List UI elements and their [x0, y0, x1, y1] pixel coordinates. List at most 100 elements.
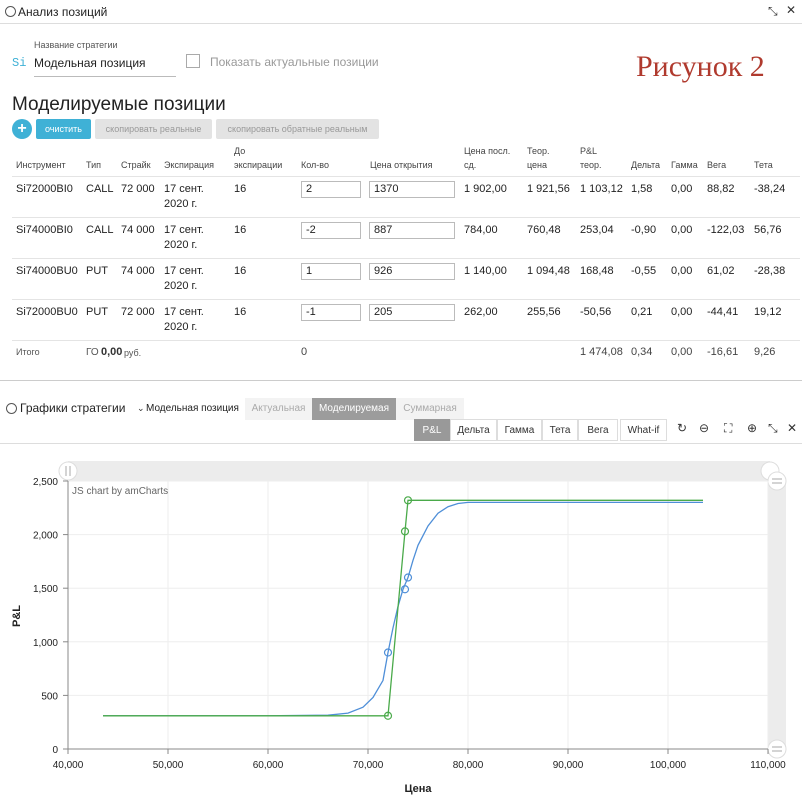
refresh-icon[interactable]: ↻: [677, 421, 687, 435]
close-icon[interactable]: ✕: [787, 421, 797, 435]
cell-theta: 56,76: [754, 224, 782, 236]
cell-exp-2: 2020 г.: [164, 321, 198, 333]
open-price-input[interactable]: 1370: [369, 181, 455, 198]
collapse-icon[interactable]: ⤡: [768, 4, 778, 19]
header-theta: Тета: [754, 160, 773, 170]
header-to-exp-2: экспирации: [234, 160, 283, 170]
y-tick-label: 500: [41, 691, 58, 702]
go-unit: руб.: [124, 348, 142, 358]
y-axis-label: P&L: [11, 605, 23, 627]
cell-gamma: 0,00: [671, 306, 693, 318]
clear-button[interactable]: очистить: [36, 119, 91, 139]
copy-reverse-button[interactable]: скопировать обратные реальным: [216, 119, 379, 139]
cell-days: 16: [234, 306, 247, 318]
divider: [12, 258, 800, 259]
radio-circle-icon[interactable]: [5, 6, 16, 17]
gamma-chart-button[interactable]: Гамма: [497, 419, 542, 441]
header-pnl-2: теор.: [580, 160, 602, 170]
series-line-1: [103, 499, 703, 717]
zoom-in-icon[interactable]: ⊕: [747, 421, 757, 435]
cell-pnl: 253,04: [580, 224, 614, 236]
cell-theta: -38,24: [754, 183, 786, 195]
tab-actual[interactable]: Актуальная: [245, 398, 312, 420]
collapse-icon[interactable]: ⤡: [768, 421, 778, 436]
qty-input[interactable]: 2: [301, 181, 361, 198]
scroll-grip-left[interactable]: [58, 461, 78, 481]
strategy-select[interactable]: Модельная позиция: [146, 403, 239, 414]
cell-vega: 88,82: [707, 183, 735, 195]
pnl-chart-button[interactable]: P&L: [414, 419, 450, 441]
charts-title: Графики стратегии: [20, 401, 126, 415]
cell-days: 16: [234, 224, 247, 236]
add-position-button[interactable]: +: [12, 119, 32, 139]
cell-exp-1: 17 сент.: [164, 265, 204, 277]
qty-input[interactable]: -2: [301, 222, 361, 239]
copy-real-button[interactable]: скопировать реальные: [95, 119, 212, 139]
cell-gamma: 0,00: [671, 265, 693, 277]
header-to-exp-1: До: [234, 146, 246, 156]
cell-vega: -122,03: [707, 224, 745, 236]
x-tick-label: 100,000: [650, 760, 687, 771]
header-pnl-1: P&L: [580, 146, 598, 156]
vega-chart-button[interactable]: Вега: [578, 419, 618, 441]
header-vega: Вега: [707, 160, 727, 170]
x-tick-label: 80,000: [453, 760, 484, 771]
tab-modeled[interactable]: Моделируемая: [312, 398, 396, 420]
total-delta: 0,34: [631, 346, 653, 358]
cell-last: 1 140,00: [464, 265, 507, 277]
close-icon[interactable]: ✕: [786, 3, 796, 17]
cell-strike: 74 000: [121, 265, 155, 277]
cell-instrument: Si74000BU0: [16, 265, 78, 277]
cell-pnl: -50,56: [580, 306, 612, 318]
delta-chart-button[interactable]: Дельта: [450, 419, 497, 441]
cell-theor: 1 094,48: [527, 265, 570, 277]
total-pnl: 1 474,08: [580, 346, 623, 358]
cell-type: PUT: [86, 306, 108, 318]
cell-delta: 1,58: [631, 183, 653, 195]
pnl-chart: 40,000 50,000 60,000 70,000 80,000 90,000 100,…: [11, 461, 787, 795]
header-last-2: сд.: [464, 160, 477, 170]
strategy-name-input[interactable]: Модельная позиция: [34, 53, 176, 77]
horizontal-scrollbar[interactable]: [68, 461, 770, 481]
y-tick-label: 1,000: [33, 638, 58, 649]
total-qty: 0: [301, 346, 308, 358]
cell-last: 262,00: [464, 306, 498, 318]
x-tick-label: 70,000: [353, 760, 384, 771]
open-price-input[interactable]: 926: [369, 263, 455, 280]
y-tick-label: 2,500: [33, 477, 58, 488]
cell-strike: 72 000: [121, 183, 155, 195]
scroll-grip-top[interactable]: [767, 471, 787, 491]
cell-exp-2: 2020 г.: [164, 239, 198, 251]
total-theta: 9,26: [754, 346, 776, 358]
open-price-input[interactable]: 887: [369, 222, 455, 239]
qty-input[interactable]: 1: [301, 263, 361, 280]
cell-exp-2: 2020 г.: [164, 198, 198, 210]
panel-separator: [0, 380, 802, 381]
fit-icon[interactable]: ⛶: [724, 421, 732, 436]
divider: [12, 340, 800, 341]
qty-input[interactable]: -1: [301, 304, 361, 321]
total-vega: -16,61: [707, 346, 739, 358]
chevron-down-icon[interactable]: ⌄: [137, 403, 145, 414]
cell-days: 16: [234, 183, 247, 195]
header-theor-2: цена: [527, 160, 548, 170]
show-actual-checkbox[interactable]: [186, 54, 200, 68]
scroll-grip-bottom[interactable]: [767, 739, 787, 759]
cell-gamma: 0,00: [671, 183, 693, 195]
cell-delta: -0,90: [631, 224, 657, 236]
divider: [12, 217, 800, 218]
tab-summary[interactable]: Суммарная: [396, 398, 464, 420]
radio-circle-icon[interactable]: [6, 403, 17, 414]
zoom-out-icon[interactable]: ⊖: [699, 421, 709, 435]
cell-theor: 255,56: [527, 306, 561, 318]
x-tick-label: 40,000: [53, 760, 84, 771]
theta-chart-button[interactable]: Тета: [542, 419, 578, 441]
header-theor-1: Теор.: [527, 146, 550, 156]
what-if-button[interactable]: What-if: [620, 419, 667, 441]
cell-type: CALL: [86, 183, 114, 195]
header-gamma: Гамма: [671, 160, 698, 170]
open-price-input[interactable]: 205: [369, 304, 455, 321]
go-value: 0,00: [101, 346, 123, 358]
vertical-scrollbar[interactable]: [768, 481, 786, 749]
cell-theta: -28,38: [754, 265, 786, 277]
